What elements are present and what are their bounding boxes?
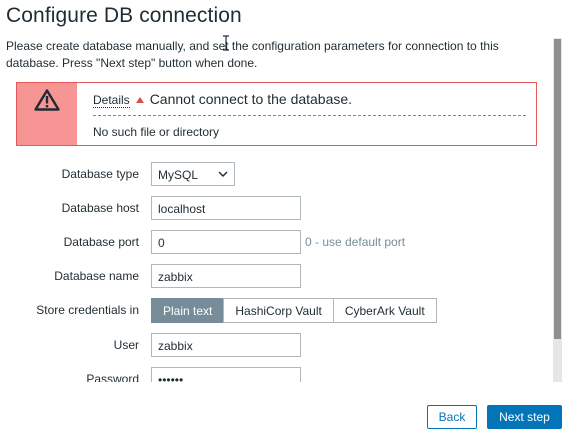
scrollbar-thumb[interactable]: [554, 39, 561, 339]
scrollbar-track[interactable]: [553, 38, 562, 382]
alert-icon-box: [17, 83, 77, 145]
caret-up-icon[interactable]: [135, 96, 144, 103]
password-label: Password: [86, 372, 139, 382]
page-title: Configure DB connection: [6, 4, 242, 27]
user-input[interactable]: zabbix: [151, 333, 301, 357]
row-store-credentials: Store credentials in Plain text HashiCor…: [0, 298, 560, 323]
db-type-select[interactable]: MySQL: [151, 162, 235, 186]
error-alert: Details Cannot connect to the database. N…: [16, 82, 537, 146]
db-port-label: Database port: [63, 235, 139, 249]
row-user: User zabbix: [0, 333, 560, 357]
row-db-host: Database host localhost: [0, 196, 560, 220]
back-button[interactable]: Back: [427, 405, 477, 429]
warning-icon: [34, 89, 60, 111]
password-input[interactable]: ••••••: [151, 367, 301, 382]
store-credentials-segmented: Plain text HashiCorp Vault CyberArk Vaul…: [151, 298, 437, 323]
segment-hashicorp-vault[interactable]: HashiCorp Vault: [223, 298, 334, 323]
db-port-input[interactable]: 0: [151, 230, 301, 254]
store-credentials-label: Store credentials in: [36, 303, 139, 317]
db-host-input[interactable]: localhost: [151, 196, 301, 220]
intro-text: Please create database manually, and set…: [6, 39, 499, 70]
db-type-value: MySQL: [158, 168, 199, 182]
segment-cyberark-vault[interactable]: CyberArk Vault: [332, 298, 437, 323]
segment-plain-text[interactable]: Plain text: [151, 298, 225, 323]
row-password: Password ••••••: [0, 367, 560, 382]
db-port-hint: 0 - use default port: [305, 235, 406, 249]
row-db-port: Database port 0 0 - use default port: [0, 230, 560, 254]
db-name-label: Database name: [54, 269, 139, 283]
row-db-name: Database name zabbix: [0, 264, 560, 288]
db-host-label: Database host: [61, 201, 139, 215]
details-toggle[interactable]: Details: [93, 93, 130, 108]
db-name-input[interactable]: zabbix: [151, 264, 301, 288]
user-label: User: [113, 338, 139, 352]
db-type-label: Database type: [61, 167, 139, 181]
chevron-down-icon: [218, 171, 228, 177]
next-step-button[interactable]: Next step: [487, 405, 562, 429]
alert-detail: No such file or directory: [93, 125, 220, 139]
text-cursor-icon: [223, 35, 229, 51]
alert-message: Cannot connect to the database.: [149, 91, 353, 107]
row-db-type: Database type MySQL: [0, 162, 560, 186]
form-scroll-area[interactable]: Please create database manually, and set…: [0, 30, 562, 382]
alert-divider: [93, 115, 526, 116]
